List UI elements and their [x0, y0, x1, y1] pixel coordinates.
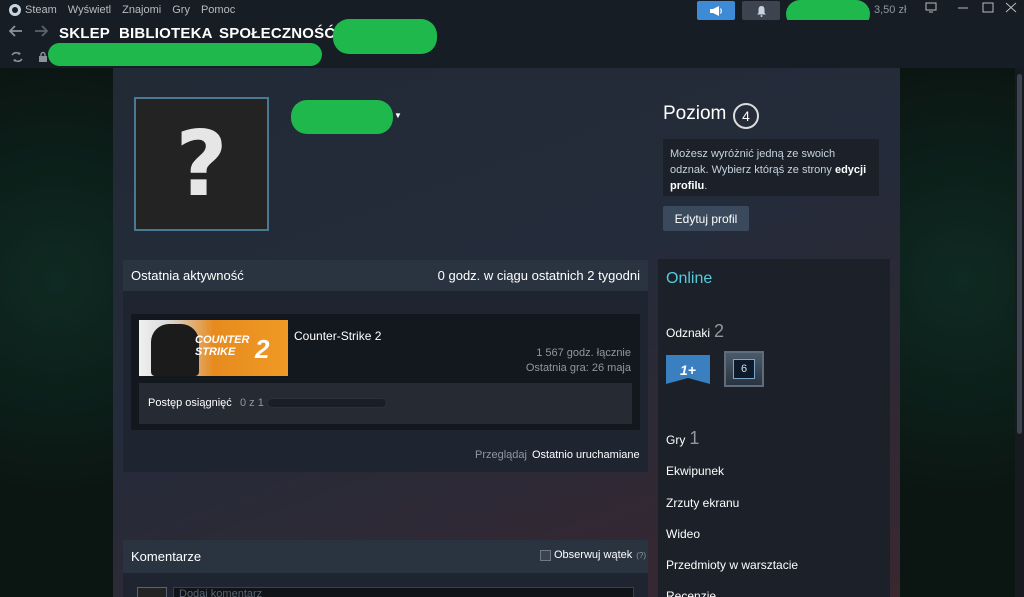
background-left: [0, 68, 113, 597]
help-icon[interactable]: (?): [636, 551, 646, 560]
game-total-hours: 1 567 godz. łącznie: [536, 347, 631, 359]
recently-played-link[interactable]: Ostatnio uruchamiane: [532, 449, 640, 461]
redacted-url[interactable]: [48, 43, 322, 66]
soldier-silhouette: [151, 324, 199, 376]
announcements-button[interactable]: [697, 1, 735, 20]
game-capsule[interactable]: COUNTER STRIKE 2: [139, 320, 288, 376]
recent-activity-title: Ostatnia aktywność: [131, 268, 244, 283]
games-count: 1: [689, 428, 700, 448]
badge-years-of-service[interactable]: 1+: [666, 355, 710, 384]
games-label: Gry: [666, 433, 686, 447]
sidebar-item-screenshots[interactable]: Zrzuty ekranu: [666, 496, 739, 510]
arrow-left-icon[interactable]: [8, 24, 23, 42]
refresh-icon[interactable]: [10, 51, 24, 66]
level-label: Poziom: [663, 103, 727, 124]
avatar[interactable]: ?: [134, 97, 269, 231]
menu-steam[interactable]: Steam: [25, 4, 57, 16]
close-icon[interactable]: [1005, 2, 1017, 16]
lock-icon: [38, 51, 48, 66]
achievements-progress-bar: [267, 398, 387, 408]
follow-checkbox[interactable]: [540, 549, 551, 561]
steam-logo-icon[interactable]: [9, 4, 21, 16]
tab-community[interactable]: SPOŁECZNOŚĆ: [219, 25, 335, 42]
badges-count: 2: [714, 321, 725, 341]
sidebar-item-inventory[interactable]: Ekwipunek: [666, 464, 724, 478]
games-heading[interactable]: Gry 1: [666, 428, 699, 449]
badges-label: Odznaki: [666, 326, 711, 340]
minimize-icon[interactable]: [957, 2, 969, 16]
badge-hint-text: Możesz wyróżnić jedną ze swoich odznak. …: [670, 148, 836, 176]
big-picture-icon[interactable]: [925, 2, 937, 16]
badge-hint-end: .: [704, 180, 708, 192]
achievements-count: 0 z 1: [240, 397, 264, 409]
capsule-line1: COUNTER: [195, 334, 250, 346]
sidebar-item-workshop[interactable]: Przedmioty w warsztacie: [666, 558, 798, 572]
level-badge[interactable]: 4: [733, 103, 759, 129]
sidebar-item-videos[interactable]: Wideo: [666, 527, 700, 541]
capsule-line2: STRIKE: [195, 346, 236, 358]
browse-label: Przeglądaj: [475, 449, 527, 461]
capsule-title: COUNTER STRIKE: [195, 334, 249, 358]
menu-help[interactable]: Pomoc: [201, 4, 235, 16]
megaphone-icon: [710, 5, 722, 16]
sidebar-item-reviews[interactable]: Recenzje: [666, 589, 716, 597]
edit-profile-button[interactable]: Edytuj profil: [663, 206, 749, 231]
scrollbar[interactable]: [1015, 68, 1024, 597]
game-last-played: Ostatnia gra: 26 maja: [525, 362, 631, 374]
recent-activity-header: Ostatnia aktywność 0 godz. w ciągu ostat…: [123, 260, 648, 291]
avatar-placeholder: ?: [175, 111, 228, 217]
tab-store[interactable]: SKLEP: [59, 25, 110, 42]
online-status: Online: [666, 270, 713, 287]
bell-icon: [756, 5, 766, 17]
wallet-balance[interactable]: 3,50 zł: [874, 4, 906, 16]
recent-activity-summary: 0 godz. w ciągu ostatnich 2 tygodni: [437, 268, 640, 283]
menu-bar: Steam Wyświetl Znajomi Gry Pomoc: [0, 0, 1024, 20]
badges-heading[interactable]: Odznaki 2: [666, 321, 724, 342]
achievements-label: Postęp osiągnięć: [148, 397, 232, 409]
comment-input[interactable]: Dodaj komentarz: [173, 587, 634, 597]
chevron-down-icon[interactable]: ▼: [394, 111, 402, 120]
maximize-icon[interactable]: [982, 2, 994, 16]
notifications-button[interactable]: [742, 1, 780, 20]
comment-avatar: [137, 587, 167, 597]
menu-friends[interactable]: Znajomi: [122, 4, 161, 16]
redacted-tab-username[interactable]: [333, 19, 437, 54]
redacted-profile-name[interactable]: [291, 100, 393, 134]
badge-level-six[interactable]: 6: [724, 351, 764, 387]
game-name-link[interactable]: Counter-Strike 2: [294, 329, 381, 343]
menu-view[interactable]: Wyświetl: [68, 4, 111, 16]
menu-games[interactable]: Gry: [172, 4, 190, 16]
scrollbar-thumb[interactable]: [1017, 74, 1022, 434]
badge-hint: Możesz wyróżnić jedną ze swoich odznak. …: [663, 139, 879, 196]
comments-title: Komentarze: [131, 549, 202, 564]
follow-label: Obserwuj wątek: [554, 549, 633, 561]
follow-thread[interactable]: Obserwuj wątek (?): [540, 549, 646, 561]
badge-six-text: 6: [733, 359, 755, 379]
arrow-right-icon[interactable]: [34, 24, 49, 42]
capsule-number: 2: [255, 334, 270, 364]
background-right: [900, 68, 1024, 597]
tab-library[interactable]: BIBLIOTEKA: [119, 25, 213, 42]
